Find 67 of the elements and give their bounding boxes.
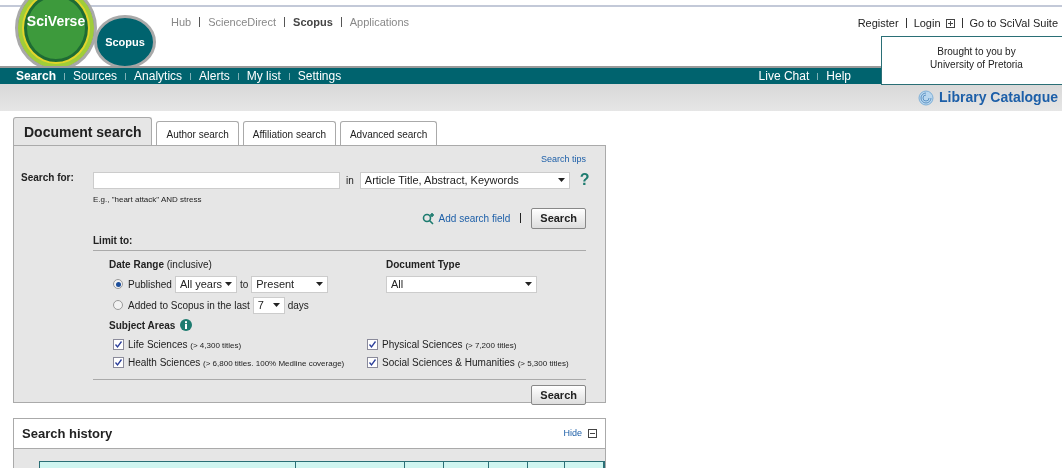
section-label: Date Range (inclusive) bbox=[109, 257, 213, 272]
collapse-icon bbox=[588, 429, 597, 438]
search-button[interactable]: Search bbox=[531, 384, 586, 405]
hide-link[interactable]: Hide bbox=[563, 426, 582, 441]
option-label: Added to Scopus in the last bbox=[128, 298, 250, 313]
year-select[interactable]: All years bbox=[174, 275, 237, 293]
account-link[interactable]: Login bbox=[913, 15, 941, 32]
tab[interactable]: Advanced search bbox=[339, 121, 438, 145]
library-link[interactable]: Library Catalogue bbox=[938, 87, 1058, 108]
subject-label: Social Sciences & Humanities (> 5,300 titles) bbox=[382, 355, 569, 370]
nav-link[interactable]: Help bbox=[826, 67, 851, 85]
unit-label: days bbox=[287, 298, 309, 313]
account-link[interactable]: Go to SciVal Suite bbox=[969, 15, 1058, 32]
top-link[interactable]: Hub bbox=[171, 14, 192, 31]
search-tips-link[interactable]: Search tips bbox=[540, 153, 586, 167]
checkbox[interactable] bbox=[367, 338, 378, 350]
nav-link[interactable]: Alerts bbox=[199, 67, 230, 85]
caret-icon bbox=[272, 303, 280, 307]
in-label: in bbox=[346, 173, 354, 188]
nav-link[interactable]: Analytics bbox=[134, 67, 183, 85]
magnifier-plus-icon bbox=[421, 211, 435, 225]
hint-text: E.g., "heart attack" AND stress bbox=[93, 194, 203, 206]
account-link[interactable]: Register bbox=[857, 15, 899, 32]
top-link[interactable]: ScienceDirect bbox=[208, 14, 277, 31]
field-select[interactable]: Article Title, Abstract, Keywords bbox=[359, 171, 570, 189]
tab[interactable]: Document search bbox=[13, 117, 153, 146]
nav-link[interactable]: My list bbox=[246, 67, 281, 85]
section-label: Limit to: bbox=[93, 233, 134, 248]
logo: Scopus bbox=[94, 15, 156, 69]
info-icon bbox=[180, 319, 193, 331]
shell-icon bbox=[917, 89, 934, 106]
subject-label: Physical Sciences (> 7,200 titles) bbox=[382, 337, 517, 352]
subject-label: Life Sciences (> 4,300 titles) bbox=[128, 337, 242, 352]
checkbox[interactable] bbox=[113, 338, 124, 350]
checkbox[interactable] bbox=[367, 356, 378, 368]
nav-link[interactable]: Live Chat bbox=[758, 67, 810, 85]
add-search-field-link[interactable]: Add search field bbox=[421, 210, 511, 226]
tab[interactable]: Affiliation search bbox=[242, 121, 336, 145]
option-label: Published bbox=[128, 277, 172, 292]
tab[interactable]: Author search bbox=[156, 121, 239, 145]
year-select[interactable]: Present bbox=[251, 275, 329, 293]
section-label: Subject Areas bbox=[109, 318, 176, 333]
caret-icon bbox=[224, 282, 232, 286]
search-button[interactable]: Search bbox=[531, 208, 586, 229]
section-label: Document Type bbox=[386, 257, 462, 272]
checkbox[interactable] bbox=[113, 356, 124, 368]
nav-link[interactable]: Sources bbox=[73, 67, 118, 85]
subject-label: Health Sciences (> 6,800 titles. 100% Medline coverage) bbox=[128, 355, 345, 370]
search-input[interactable] bbox=[93, 171, 340, 189]
to-label: to bbox=[239, 277, 249, 292]
help-icon[interactable]: ? bbox=[579, 168, 590, 192]
caret-icon bbox=[316, 282, 324, 286]
radio-button[interactable] bbox=[113, 300, 123, 310]
nav-link[interactable]: Settings bbox=[297, 67, 342, 85]
nav-link[interactable]: Search bbox=[16, 67, 57, 85]
expand-icon bbox=[945, 18, 955, 28]
institution-link[interactable]: University of Pretoria bbox=[930, 59, 1023, 70]
caret-icon bbox=[557, 178, 565, 182]
field-label: Search for: bbox=[21, 171, 75, 185]
sponsor-text: Brought to you by bbox=[936, 45, 1017, 58]
top-link[interactable]: Applications bbox=[349, 14, 410, 31]
document-type-select[interactable]: All bbox=[386, 275, 537, 293]
caret-icon bbox=[525, 282, 532, 286]
radio-button[interactable] bbox=[113, 279, 123, 289]
days-select[interactable]: 7 bbox=[252, 296, 285, 314]
panel-title: Search history bbox=[22, 424, 113, 443]
top-link[interactable]: Scopus bbox=[293, 14, 333, 31]
